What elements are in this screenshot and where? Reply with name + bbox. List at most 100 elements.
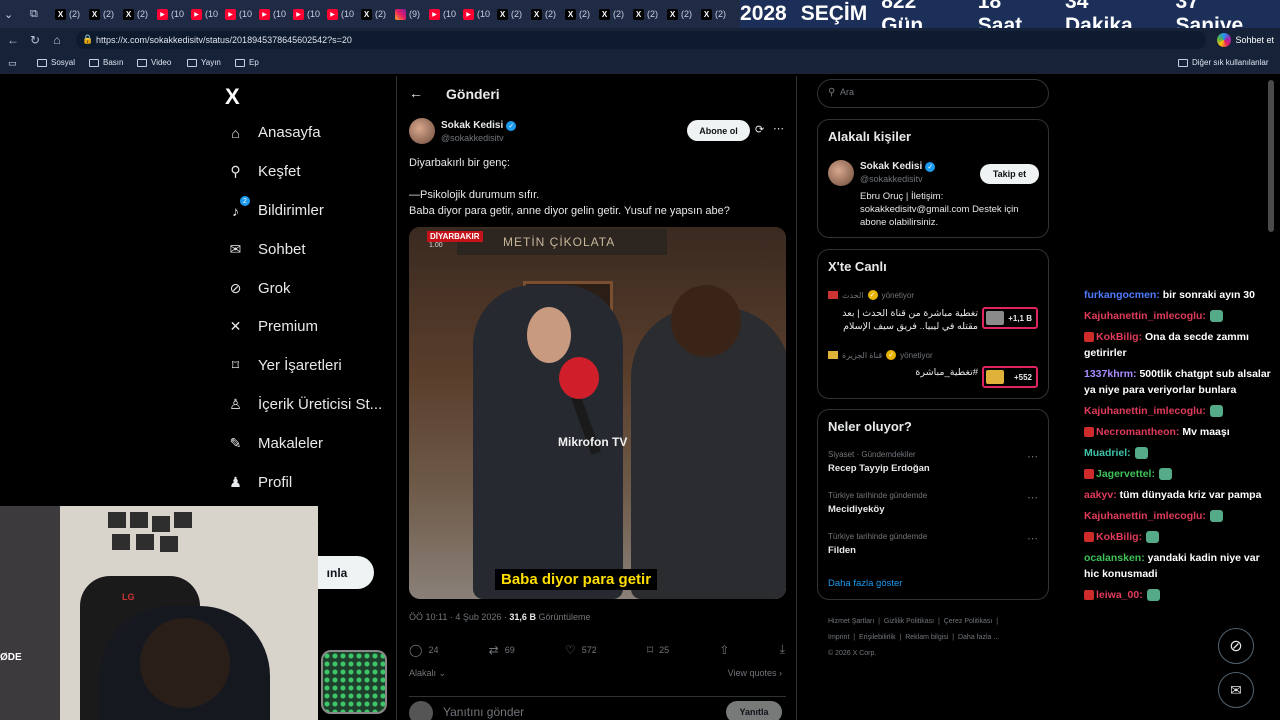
post-time[interactable]: ÖÖ 10:11 · 4 Şub 2026 · (409, 612, 507, 622)
nav-item-home[interactable]: ⌂ Anasayfa (227, 124, 320, 141)
like-action[interactable]: ♡ 572 (565, 642, 597, 657)
view-quotes-link[interactable]: View quotes › (728, 668, 782, 678)
nav-item-bookmarks[interactable]: ⌑ Yer İşaretleri (227, 357, 342, 374)
browser-tab[interactable]: X (2) (55, 6, 80, 22)
nav-item-premium[interactable]: ✕ Premium (227, 318, 318, 335)
x-logo-icon[interactable]: X (225, 84, 240, 110)
chat-username[interactable]: Kajuhanettin_imlecoglu: (1084, 405, 1206, 417)
chat-username[interactable]: Kajuhanettin_imlecoglu: (1084, 310, 1206, 322)
chat-username[interactable]: Kajuhanettin_imlecoglu: (1084, 510, 1206, 522)
author-name[interactable]: Sokak Kedisi ✓ (441, 120, 517, 131)
search-input[interactable] (840, 87, 1040, 97)
nav-item-articles[interactable]: ✎ Makaleler (227, 435, 323, 452)
browser-tab[interactable]: X (2) (123, 6, 148, 22)
chat-username[interactable]: 1337khrm: (1084, 368, 1137, 380)
post-video[interactable]: METİN ÇİKOLATA DİYARBAKIR 1.00 Mikrofon … (409, 227, 786, 599)
refresh-icon[interactable]: ↻ (24, 29, 46, 51)
browser-tab[interactable]: ▶ (10 (157, 6, 184, 22)
reply-action[interactable]: ◯ 24 (409, 642, 438, 657)
repost-action[interactable]: ⇄ 69 (489, 642, 515, 657)
browser-tab[interactable]: (9) (395, 6, 420, 22)
nav-item-profile[interactable]: ♟ Profil (227, 474, 292, 491)
back-icon[interactable]: ← (2, 29, 24, 51)
subscribe-button[interactable]: Abone ol (687, 120, 750, 141)
footer-link[interactable]: Daha fazla ... (958, 634, 999, 641)
related-name[interactable]: Sokak Kedisi ✓ (860, 161, 936, 172)
nav-item-explore[interactable]: ⚲ Keşfet (227, 163, 300, 180)
more-options-icon[interactable]: ⋯ (1027, 532, 1038, 545)
footer-link[interactable]: Imprint (828, 634, 849, 641)
browser-tab[interactable]: ▶ (10 (463, 6, 490, 22)
back-arrow-icon[interactable]: ← (409, 85, 423, 101)
nav-item-messages[interactable]: ✉ Sohbet (227, 241, 306, 258)
live-stream-title[interactable]: تغطية مباشرة من قناة الحدث | بعد مقتله ف… (828, 307, 978, 333)
chat-username[interactable]: leiwa_00: (1096, 589, 1143, 601)
bookmark-folder[interactable]: Sosyal (37, 58, 75, 67)
nav-item-creator-studio[interactable]: ♙ İçerik Üreticisi St... (227, 396, 382, 413)
footer-link[interactable]: Hizmet Şartları (828, 618, 874, 625)
browser-tab[interactable]: ▶ (10 (293, 6, 320, 22)
live-source[interactable]: قناة الجزيرة ✓ yönetiyor (828, 350, 933, 360)
author-avatar[interactable] (409, 118, 435, 144)
browser-tab[interactable]: X (2) (667, 6, 692, 22)
nav-item-notifications[interactable]: ♪ 2 Bildirimler (227, 196, 324, 219)
browser-tab[interactable]: X (2) (599, 6, 624, 22)
browser-tab[interactable]: X (2) (531, 6, 556, 22)
messages-fab-icon[interactable]: ✉ (1218, 672, 1254, 708)
trend-item[interactable]: Siyaset · Gündemdekiler Recep Tayyip Erdo… (828, 450, 930, 474)
footer-link[interactable]: Çerez Politikası (944, 618, 993, 625)
chat-username[interactable]: Muadriel: (1084, 447, 1131, 459)
bookmark-folder[interactable]: Ep (235, 58, 259, 67)
live-stream-title[interactable]: #تغطية_مباشرة (828, 366, 978, 379)
tab-list-button[interactable]: ⌄ (4, 6, 13, 22)
browser-tab[interactable]: ▶ (10 (191, 6, 218, 22)
url-field[interactable]: 🔒 https://x.com/sokakkedisitv/status/201… (76, 31, 1206, 49)
chat-username[interactable]: KokBilig: (1096, 531, 1142, 543)
browser-tab[interactable]: ▶ (10 (429, 6, 456, 22)
browser-tab[interactable]: X (2) (89, 6, 114, 22)
browser-tab[interactable]: X (2) (565, 6, 590, 22)
reply-input[interactable]: Yanıtını gönder (443, 705, 524, 719)
footer-link[interactable]: Reklam bilgisi (905, 634, 948, 641)
more-options-icon[interactable]: ⋯ (1027, 491, 1038, 504)
bookmark-folder[interactable]: Basın (89, 58, 123, 67)
related-sort[interactable]: Alakalı ⌄ (409, 668, 446, 679)
browser-tab[interactable]: X (2) (361, 6, 386, 22)
home-icon[interactable]: ⌂ (46, 29, 68, 51)
live-listener-count[interactable]: +552 (982, 366, 1038, 388)
footer-link[interactable]: Gizlilik Politikası (884, 618, 934, 625)
grok-explain-icon[interactable]: ⟳ (755, 123, 764, 136)
sidebar-toggle-icon[interactable]: ▭ (8, 58, 17, 69)
more-options-icon[interactable]: ⋯ (1027, 450, 1038, 463)
page-scrollbar[interactable] (1268, 80, 1274, 232)
live-source[interactable]: الحدث ✓ yönetiyor (828, 290, 914, 300)
show-more-link[interactable]: Daha fazla göster (828, 578, 902, 589)
chat-username[interactable]: Necromantheon: (1096, 426, 1179, 438)
nav-item-grok[interactable]: ⊘ Grok (227, 280, 291, 297)
trend-item[interactable]: Türkiye tarihinde gündemde Filden (828, 532, 927, 556)
bookmark-action[interactable]: ⌑ 25 (647, 642, 669, 657)
author-handle[interactable]: @sokakkedisitv (441, 133, 504, 143)
browser-tab[interactable]: ▶ (10 (327, 6, 354, 22)
chat-username[interactable]: KokBilig: (1096, 331, 1142, 343)
bookmark-folder[interactable]: Video (137, 58, 171, 67)
browser-tab[interactable]: ▶ (10 (225, 6, 252, 22)
more-options-icon[interactable]: ⋯ (773, 122, 784, 135)
browser-tab[interactable]: X (2) (701, 6, 726, 22)
trend-item[interactable]: Türkiye tarihinde gündemde Mecidiyeköy (828, 491, 927, 515)
browser-tab[interactable]: X (2) (497, 6, 522, 22)
chat-username[interactable]: Jagervettel: (1096, 468, 1155, 480)
browser-tab[interactable]: X (2) (633, 6, 658, 22)
chat-username[interactable]: ocalansken: (1084, 552, 1145, 564)
bookmark-folder[interactable]: Yayın (187, 58, 221, 67)
reply-button[interactable]: Yanıtla (726, 701, 782, 720)
related-avatar[interactable] (828, 160, 854, 186)
chat-username[interactable]: furkangocmen: (1084, 289, 1160, 301)
share-action[interactable]: ⇧ (719, 642, 729, 657)
download-action[interactable]: ⤓ (780, 642, 785, 657)
copilot-chat-button[interactable]: Sohbet et (1217, 32, 1274, 48)
grok-fab-icon[interactable]: ⊘ (1218, 628, 1254, 664)
chat-username[interactable]: aakyv: (1084, 489, 1117, 501)
other-bookmarks[interactable]: Diğer sık kullanılanlar (1178, 58, 1268, 67)
browser-tab[interactable]: ▶ (10 (259, 6, 286, 22)
